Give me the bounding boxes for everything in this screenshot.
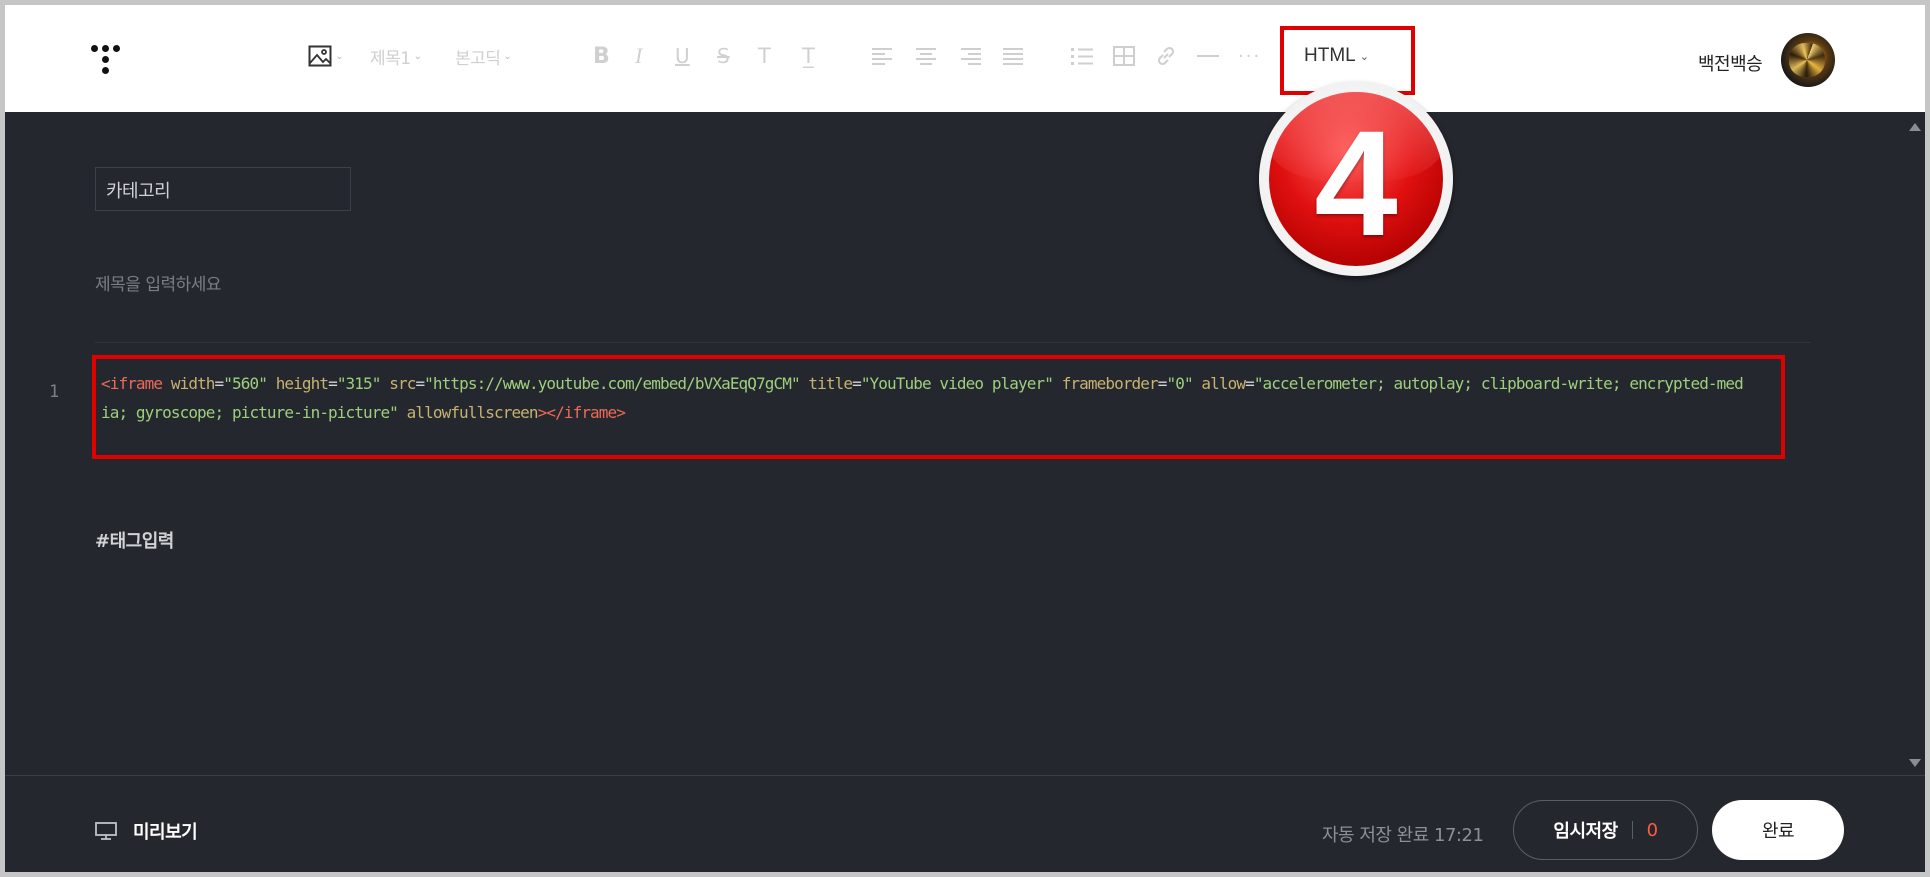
image-icon: [308, 45, 332, 67]
preview-button[interactable]: 미리보기: [95, 818, 198, 844]
link-icon: [1157, 46, 1175, 66]
title-input[interactable]: 제목을 입력하세요: [95, 270, 222, 295]
step-number: 4: [1314, 99, 1398, 266]
link-button[interactable]: [1155, 41, 1177, 71]
chevron-down-icon: ⌄: [503, 50, 512, 62]
save-draft-button[interactable]: 임시저장 0: [1513, 800, 1698, 860]
chevron-down-icon: ⌄: [413, 50, 422, 62]
insert-image-button[interactable]: ⌄: [306, 41, 346, 71]
title-divider: [95, 342, 1811, 343]
strikethrough-button[interactable]: S: [717, 41, 730, 71]
more-options-button[interactable]: ···: [1238, 41, 1261, 71]
text-color-button[interactable]: T: [758, 41, 771, 71]
avatar[interactable]: [1781, 33, 1835, 87]
more-icon: ···: [1238, 45, 1262, 67]
bold-icon: B: [593, 43, 610, 69]
scrollbar[interactable]: [1905, 112, 1925, 780]
heading-select[interactable]: 제목1 ⌄: [370, 41, 422, 71]
code-highlight: [92, 355, 1785, 459]
align-center-icon: [916, 48, 936, 65]
table-icon: [1113, 46, 1135, 66]
font-select[interactable]: 본고딕 ⌄: [455, 41, 512, 71]
align-justify-icon: [1003, 48, 1023, 65]
bold-button[interactable]: B: [593, 41, 610, 71]
tistory-logo[interactable]: [91, 38, 141, 88]
category-select[interactable]: 카테고리: [95, 167, 351, 211]
table-button[interactable]: [1113, 41, 1135, 71]
tag-input[interactable]: #태그입력: [95, 527, 174, 553]
horizontal-rule-icon: [1197, 55, 1219, 57]
strikethrough-icon: S: [717, 44, 730, 68]
editor-footer: 미리보기 자동 저장 완료 17:21 임시저장 0 완료: [5, 775, 1925, 872]
line-number: 1: [49, 382, 60, 402]
autosave-status: 자동 저장 완료 17:21: [1322, 825, 1484, 846]
align-left-button[interactable]: [871, 41, 893, 71]
chevron-down-icon: ⌄: [335, 50, 344, 62]
list-button[interactable]: [1070, 41, 1094, 71]
highlight-color-icon: T̲: [802, 44, 815, 68]
underline-icon: U: [675, 44, 690, 68]
editor-window: ⌄ 제목1 ⌄ 본고딕 ⌄ B I U S T T̲ ··· HTML ⌄ 백전…: [5, 5, 1925, 872]
underline-button[interactable]: U: [675, 41, 690, 71]
scroll-down-arrow-icon[interactable]: [1909, 759, 1921, 767]
align-right-button[interactable]: [960, 41, 982, 71]
monitor-icon: [95, 822, 117, 840]
step-number-badge: 4: [1259, 82, 1453, 276]
italic-button[interactable]: I: [635, 41, 642, 71]
text-color-icon: T: [758, 44, 771, 68]
bullet-list-icon: [1071, 48, 1093, 65]
step-badge-inner: 4: [1269, 92, 1443, 266]
scroll-up-arrow-icon[interactable]: [1909, 123, 1921, 131]
align-justify-button[interactable]: [1002, 41, 1024, 71]
align-center-button[interactable]: [915, 41, 937, 71]
draft-divider: [1631, 821, 1633, 839]
publish-done-button[interactable]: 완료: [1712, 800, 1844, 860]
highlight-color-button[interactable]: T̲: [802, 41, 815, 71]
divider-button[interactable]: [1197, 41, 1219, 71]
italic-icon: I: [635, 43, 643, 68]
draft-count: 0: [1646, 819, 1658, 841]
user-name[interactable]: 백전백승: [1698, 50, 1763, 76]
align-left-icon: [872, 48, 892, 65]
editor-toolbar: ⌄ 제목1 ⌄ 본고딕 ⌄ B I U S T T̲ ··· HTML ⌄ 백전…: [5, 5, 1925, 112]
align-right-icon: [961, 48, 981, 65]
